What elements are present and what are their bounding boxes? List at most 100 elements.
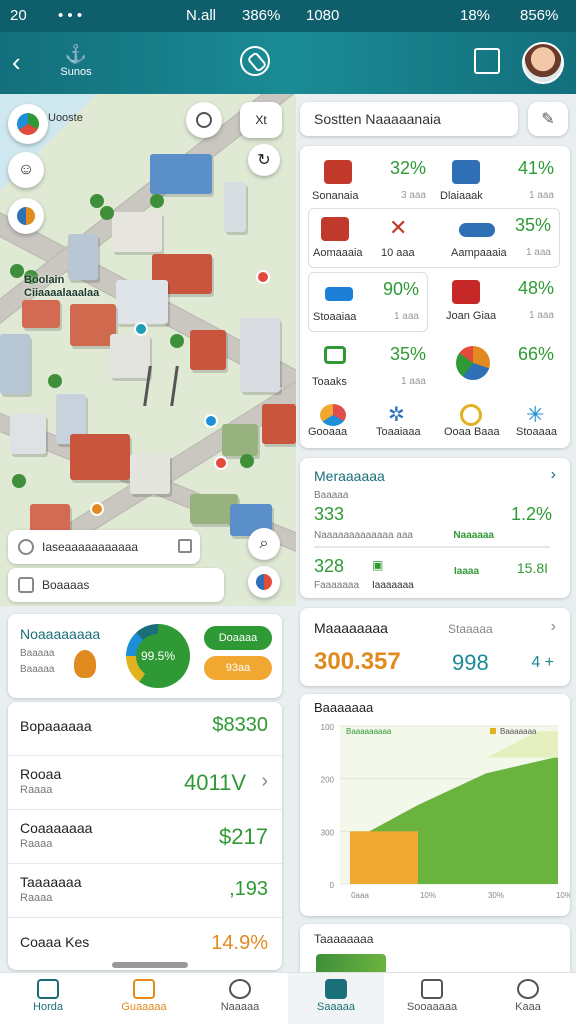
chevron-right-icon[interactable]: ›	[551, 466, 556, 484]
budget-title: Noaaaaaaaa	[20, 626, 101, 642]
list-item-name: Rooaa	[20, 766, 62, 782]
search-map-button[interactable]: ⌕	[248, 528, 280, 560]
map-tree	[48, 374, 62, 388]
person-icon: ☺	[17, 161, 35, 178]
stats-card: 32% Sonanaia 3 aaa 41% Dlaiaaak 1 aaa Ao…	[300, 146, 570, 448]
book-icon[interactable]	[474, 48, 500, 74]
map-building	[190, 330, 226, 370]
chart-legend-1: Baaaaaaaaa	[346, 727, 392, 736]
stat-item[interactable]: 48% Joan Giaa 1 aaa	[436, 272, 562, 332]
search-input[interactable]: Sostten Naaaaanaia	[300, 102, 518, 136]
stat-item[interactable]: Gooaaa	[304, 396, 368, 456]
map-pin[interactable]	[256, 270, 270, 284]
stat-label: Aampaaaia	[451, 247, 507, 259]
metrics-big-value: 300.357	[314, 648, 401, 675]
donut-chart: 99.5%	[126, 624, 190, 688]
stat-group[interactable]: Aomaaaia ✕ 10 aaa Aampaaaia 35% 1 aaa	[308, 208, 560, 268]
compass-button[interactable]	[248, 566, 280, 598]
nav-label: Guaaaaa	[121, 1001, 167, 1013]
alert-icon	[517, 979, 539, 999]
map-pin[interactable]	[90, 502, 104, 516]
poi-icon	[17, 207, 35, 225]
overview-card[interactable]: Meraaaaaa › Baaaaa 333 1.2% Naaaaaaaaaaa…	[300, 458, 570, 598]
lantern-icon	[74, 650, 96, 678]
compass-icon[interactable]	[240, 46, 270, 76]
chart-legend-2: Baaaaaaa	[500, 727, 537, 736]
nav-item-chat[interactable]: Sooaaaaa	[384, 973, 480, 1024]
app-logo[interactable]: ⚓ Sunos	[56, 44, 96, 78]
stat-item[interactable]: 32% Sonanaia 3 aaa	[308, 152, 434, 212]
stat-pct: 66%	[517, 344, 554, 364]
stat-sub: 1 aaa	[393, 311, 419, 322]
nav-item-people[interactable]: Naaaaa	[192, 973, 288, 1024]
drag-handle[interactable]	[112, 962, 188, 968]
stat-label: Toaaiaaa	[376, 426, 421, 438]
refresh-button[interactable]: ↻	[248, 144, 280, 176]
status-mid-battery: 386%	[242, 7, 281, 24]
stat-sub: 1 aaa	[525, 247, 551, 258]
map-search-field-1[interactable]: Iaseaaaaaaaaaaa	[8, 530, 200, 564]
chart-xtick-label: 30%	[488, 891, 504, 900]
stat-item[interactable]: 35% Toaaks 1 aaa	[308, 338, 434, 398]
user-location-button[interactable]: ☺	[8, 152, 44, 188]
palette-icon	[320, 404, 346, 426]
map-building	[116, 280, 168, 324]
list-item-name: Coaaaaaaa	[20, 820, 93, 836]
status-left-time: 20	[10, 7, 27, 24]
map-pin[interactable]	[204, 414, 218, 428]
chart-card: Baaaaaaa 100 200 300 0 0aaa 10% 30% 10% Baaaaaaa…	[300, 694, 570, 916]
stat-label: Dlaiaaak	[440, 190, 483, 202]
map-pin[interactable]	[134, 322, 148, 336]
stat-item[interactable]: 41% Dlaiaaak 1 aaa	[436, 152, 562, 212]
map-building	[10, 414, 46, 454]
list-item-value: $217	[219, 824, 268, 849]
map-search-field-2[interactable]: Boaaaas	[8, 568, 224, 602]
map-building	[262, 404, 296, 444]
map-pin[interactable]	[214, 456, 228, 470]
nav-item-home-2[interactable]: Saaaaa	[288, 973, 384, 1024]
stat-item[interactable]: 90% Stoaaiaa 1 aaa	[308, 272, 428, 332]
stat-item[interactable]: Ooaa Baaa	[440, 396, 504, 456]
document-icon: ▣	[372, 558, 384, 572]
bottom-card[interactable]: Taaaaaaaa	[300, 924, 570, 974]
stat-item[interactable]: ✳ Stoaaaa	[506, 396, 570, 456]
map-icon	[37, 979, 59, 999]
back-button[interactable]: ‹	[12, 48, 40, 76]
logo-label: Sunos	[60, 66, 92, 78]
list-item-sub: Raaaa	[20, 838, 53, 850]
overview-row1-value: 333	[314, 504, 345, 524]
nav-item-home[interactable]: Guaaaaa	[96, 973, 192, 1024]
chart-xtick-label: 10%	[556, 891, 570, 900]
nav-item-alert[interactable]: Kaaa	[480, 973, 576, 1024]
chart-legend-swatch	[490, 728, 496, 734]
overview-row1-pct: 1.2%	[510, 504, 552, 524]
budget-secondary-button[interactable]: 93aa	[204, 656, 272, 680]
stat-label: Ooaa Baaa	[444, 426, 500, 438]
chevron-right-icon[interactable]: ›	[261, 770, 268, 793]
list-item[interactable]: Rooaa Raaaa 4011V ›	[8, 756, 282, 810]
map-text-button[interactable]: Xt	[240, 102, 282, 138]
stat-item[interactable]: ✲ Toaaiaaa	[372, 396, 436, 456]
budget-sub2: Baaaaa	[20, 664, 55, 675]
metrics-card[interactable]: Maaaaaaaa Staaaaa › 300.357 998 4 +	[300, 608, 570, 686]
map-tree	[10, 264, 24, 278]
list-item-value: ,193	[229, 878, 268, 900]
poi-button[interactable]	[8, 198, 44, 234]
avatar[interactable]	[522, 42, 564, 84]
metrics-link[interactable]: Staaaaa	[448, 622, 493, 636]
list-item[interactable]: Coaaaaaaa Raaaa $217	[8, 810, 282, 864]
map-layer-button[interactable]	[8, 104, 48, 144]
city-map[interactable]: Boolain Ciiaaaalaaalaa Uooste ☺ Xt ↻ ⌕ I…	[0, 94, 296, 606]
list-item[interactable]: Bopaaaaaa $8330	[8, 702, 282, 756]
list-item[interactable]: Taaaaaaa Raaaa ,193	[8, 864, 282, 918]
chat-button[interactable]: ✎	[528, 102, 568, 136]
map-building	[240, 318, 280, 392]
chevron-right-icon[interactable]: ›	[551, 618, 556, 636]
nav-item-map[interactable]: Horda	[0, 973, 96, 1024]
budget-card[interactable]: Noaaaaaaaa Baaaaa Baaaaa 99.5% Doaaaa 93…	[8, 614, 282, 698]
search-placeholder: Sostten Naaaaanaia	[314, 111, 441, 127]
stat-label: Sonanaia	[312, 190, 359, 202]
stat-item[interactable]: 66%	[436, 338, 562, 398]
budget-primary-button[interactable]: Doaaaa	[204, 626, 272, 650]
map-zoom-button[interactable]	[186, 102, 222, 138]
